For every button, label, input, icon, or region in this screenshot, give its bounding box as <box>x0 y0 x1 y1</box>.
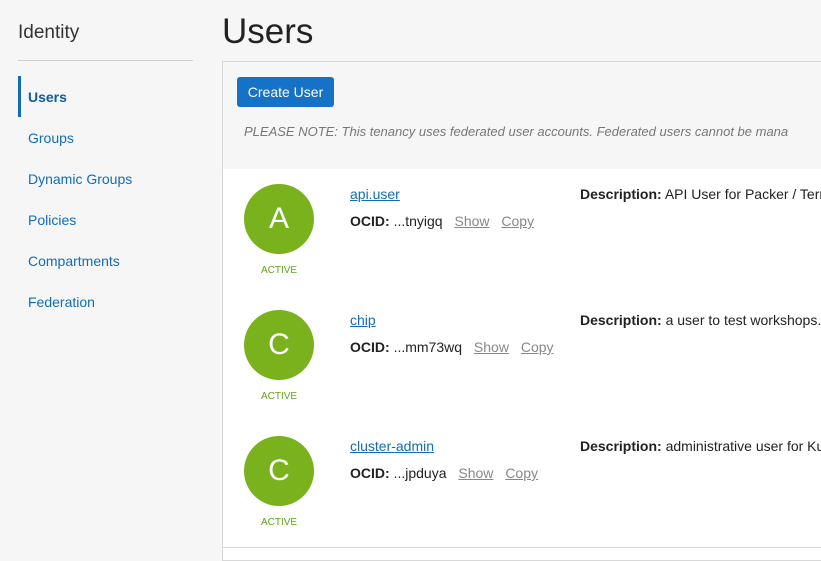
copy-ocid-link[interactable]: Copy <box>521 339 554 355</box>
user-name-link[interactable]: chip <box>350 312 376 328</box>
user-row: A ACTIVE api.user OCID: ...tnyigq Show C… <box>223 169 821 296</box>
description-label: Description: <box>580 186 662 202</box>
sidebar-divider <box>18 60 193 61</box>
sidebar-item-groups[interactable]: Groups <box>18 117 198 158</box>
ocid-value: ...mm73wq <box>393 339 463 355</box>
ocid-line: OCID: ...mm73wq Show Copy <box>350 339 554 355</box>
ocid-label: OCID: <box>350 339 390 355</box>
federation-note: PLEASE NOTE: This tenancy uses federated… <box>244 124 789 139</box>
ocid-label: OCID: <box>350 213 390 229</box>
description-value: administrative user for Ku <box>665 438 821 454</box>
user-row: C ACTIVE chip OCID: ...mm73wq Show Copy … <box>223 295 821 422</box>
show-ocid-link[interactable]: Show <box>458 465 493 481</box>
ocid-label: OCID: <box>350 465 390 481</box>
sidebar-item-federation[interactable]: Federation <box>18 281 198 322</box>
show-ocid-link[interactable]: Show <box>474 339 509 355</box>
ocid-line: OCID: ...jpduya Show Copy <box>350 465 538 481</box>
ocid-value: ...jpduya <box>393 465 447 481</box>
sidebar-item-compartments[interactable]: Compartments <box>18 240 198 281</box>
copy-ocid-link[interactable]: Copy <box>501 213 534 229</box>
avatar: C <box>244 436 314 506</box>
copy-ocid-link[interactable]: Copy <box>505 465 538 481</box>
avatar: A <box>244 184 314 254</box>
description-label: Description: <box>580 312 662 328</box>
create-user-button[interactable]: Create User <box>237 77 334 107</box>
description-value: API User for Packer / Terr <box>664 186 821 202</box>
avatar: C <box>244 310 314 380</box>
user-row: C ACTIVE cluster-admin OCID: ...jpduya S… <box>223 421 821 548</box>
sidebar-nav: Users Groups Dynamic Groups Policies Com… <box>18 76 198 322</box>
description-value: a user to test workshops. <box>665 312 821 328</box>
sidebar-item-dynamic-groups[interactable]: Dynamic Groups <box>18 158 198 199</box>
sidebar-item-users[interactable]: Users <box>18 76 198 117</box>
user-name-link[interactable]: api.user <box>350 186 400 202</box>
description: Description: a user to test workshops. <box>580 312 821 328</box>
description: Description: administrative user for Ku <box>580 438 821 454</box>
ocid-line: OCID: ...tnyigq Show Copy <box>350 213 534 229</box>
status-badge: ACTIVE <box>260 391 298 402</box>
user-name-link[interactable]: cluster-admin <box>350 438 434 454</box>
status-badge: ACTIVE <box>260 517 298 528</box>
ocid-value: ...tnyigq <box>393 213 443 229</box>
show-ocid-link[interactable]: Show <box>454 213 489 229</box>
description: Description: API User for Packer / Terr <box>580 186 821 202</box>
status-badge: ACTIVE <box>260 265 298 276</box>
toolbar: Create User PLEASE NOTE: This tenancy us… <box>223 62 821 170</box>
description-label: Description: <box>580 438 662 454</box>
sidebar: Identity Users Groups Dynamic Groups Pol… <box>0 0 210 547</box>
users-panel: Create User PLEASE NOTE: This tenancy us… <box>222 61 821 561</box>
sidebar-title: Identity <box>18 22 80 43</box>
sidebar-item-policies[interactable]: Policies <box>18 199 198 240</box>
page-title: Users <box>222 12 314 51</box>
